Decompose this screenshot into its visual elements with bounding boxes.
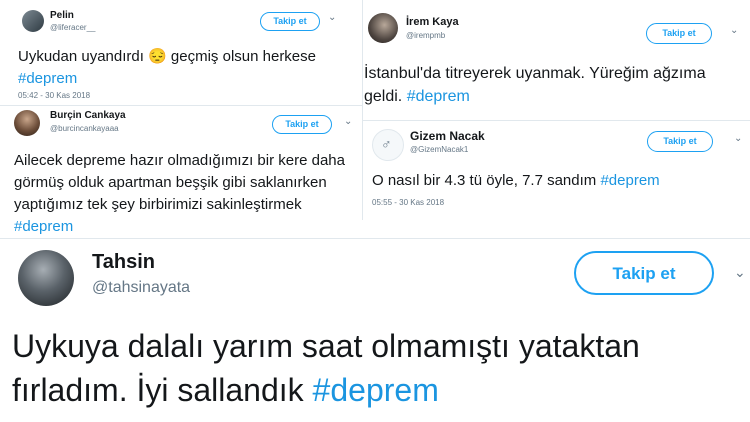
divider [362,120,750,121]
user-name[interactable]: Gizem Nacak [410,129,485,143]
user-name[interactable]: Burçin Cankaya [50,110,126,121]
avatar[interactable] [368,13,398,43]
timestamp[interactable]: 05:42 - 30 Kas 2018 [18,91,90,100]
tweet-tahsin: Tahsin @tahsinayata Takip et ⌄ Uykuya da… [0,238,750,422]
tweet-text: İstanbul'da titreyerek uyanmak. Yüreğim … [364,62,744,108]
user-handle[interactable]: @irempmb [406,31,445,40]
tweet-text: Uykudan uyandırdı 😔 geçmiş olsun herkese… [18,46,348,90]
tweet-text: Ailecek depreme hazır olmadığımızı bir k… [14,150,359,238]
avatar[interactable] [18,250,74,306]
follow-button[interactable]: Takip et [646,23,712,44]
chevron-down-icon[interactable]: ⌄ [344,116,352,127]
hashtag-link[interactable]: #deprem [313,372,439,408]
avatar[interactable] [14,110,40,136]
tweet-body: O nasıl bir 4.3 tü öyle, 7.7 sandım [372,172,601,189]
avatar[interactable] [22,10,44,32]
tweet-burcin: Burçin Cankaya @burcincankayaaa Takip et… [0,106,362,238]
tweet-text: O nasıl bir 4.3 tü öyle, 7.7 sandım #dep… [372,170,742,192]
divider [0,238,750,239]
chevron-down-icon[interactable]: ⌄ [730,25,738,36]
timestamp[interactable]: 05:55 - 30 Kas 2018 [372,198,444,207]
tweet-body: Uykudan uyandırdı 😔 geçmiş olsun herkese [18,48,316,65]
follow-button[interactable]: Takip et [574,251,714,295]
hashtag-link[interactable]: #deprem [407,88,470,105]
tweet-pelin: Pelin @liferacer__ Takip et ⌄ Uykudan uy… [0,0,362,106]
follow-button[interactable]: Takip et [260,12,320,31]
chevron-down-icon[interactable]: ⌄ [734,133,742,144]
tweet-text: Uykuya dalalı yarım saat olmamıştı yatak… [12,324,742,412]
divider [0,105,362,106]
user-handle[interactable]: @burcincankayaaa [50,124,119,133]
tweet-irem: İrem Kaya @irempmb Takip et ⌄ İstanbul'd… [362,0,750,120]
user-name[interactable]: İrem Kaya [406,16,459,28]
chevron-down-icon[interactable]: ⌄ [328,12,336,23]
user-name[interactable]: Tahsin [92,251,155,274]
user-handle[interactable]: @liferacer__ [50,23,95,32]
user-handle[interactable]: @tahsinayata [92,279,190,297]
follow-button[interactable]: Takip et [647,131,713,152]
tweet-gizem: ♂ Gizem Nacak @GizemNacak1 Takip et ⌄ O … [362,120,750,220]
user-name[interactable]: Pelin [50,10,74,21]
chevron-down-icon[interactable]: ⌄ [734,264,746,281]
follow-button[interactable]: Takip et [272,115,332,134]
divider [362,0,363,220]
hashtag-link[interactable]: #deprem [18,70,77,87]
egg-avatar-icon[interactable]: ♂ [372,129,404,161]
hashtag-link[interactable]: #deprem [14,218,73,235]
tweet-body: Ailecek depreme hazır olmadığımızı bir k… [14,152,345,213]
user-handle[interactable]: @GizemNacak1 [410,145,468,154]
hashtag-link[interactable]: #deprem [600,172,659,189]
